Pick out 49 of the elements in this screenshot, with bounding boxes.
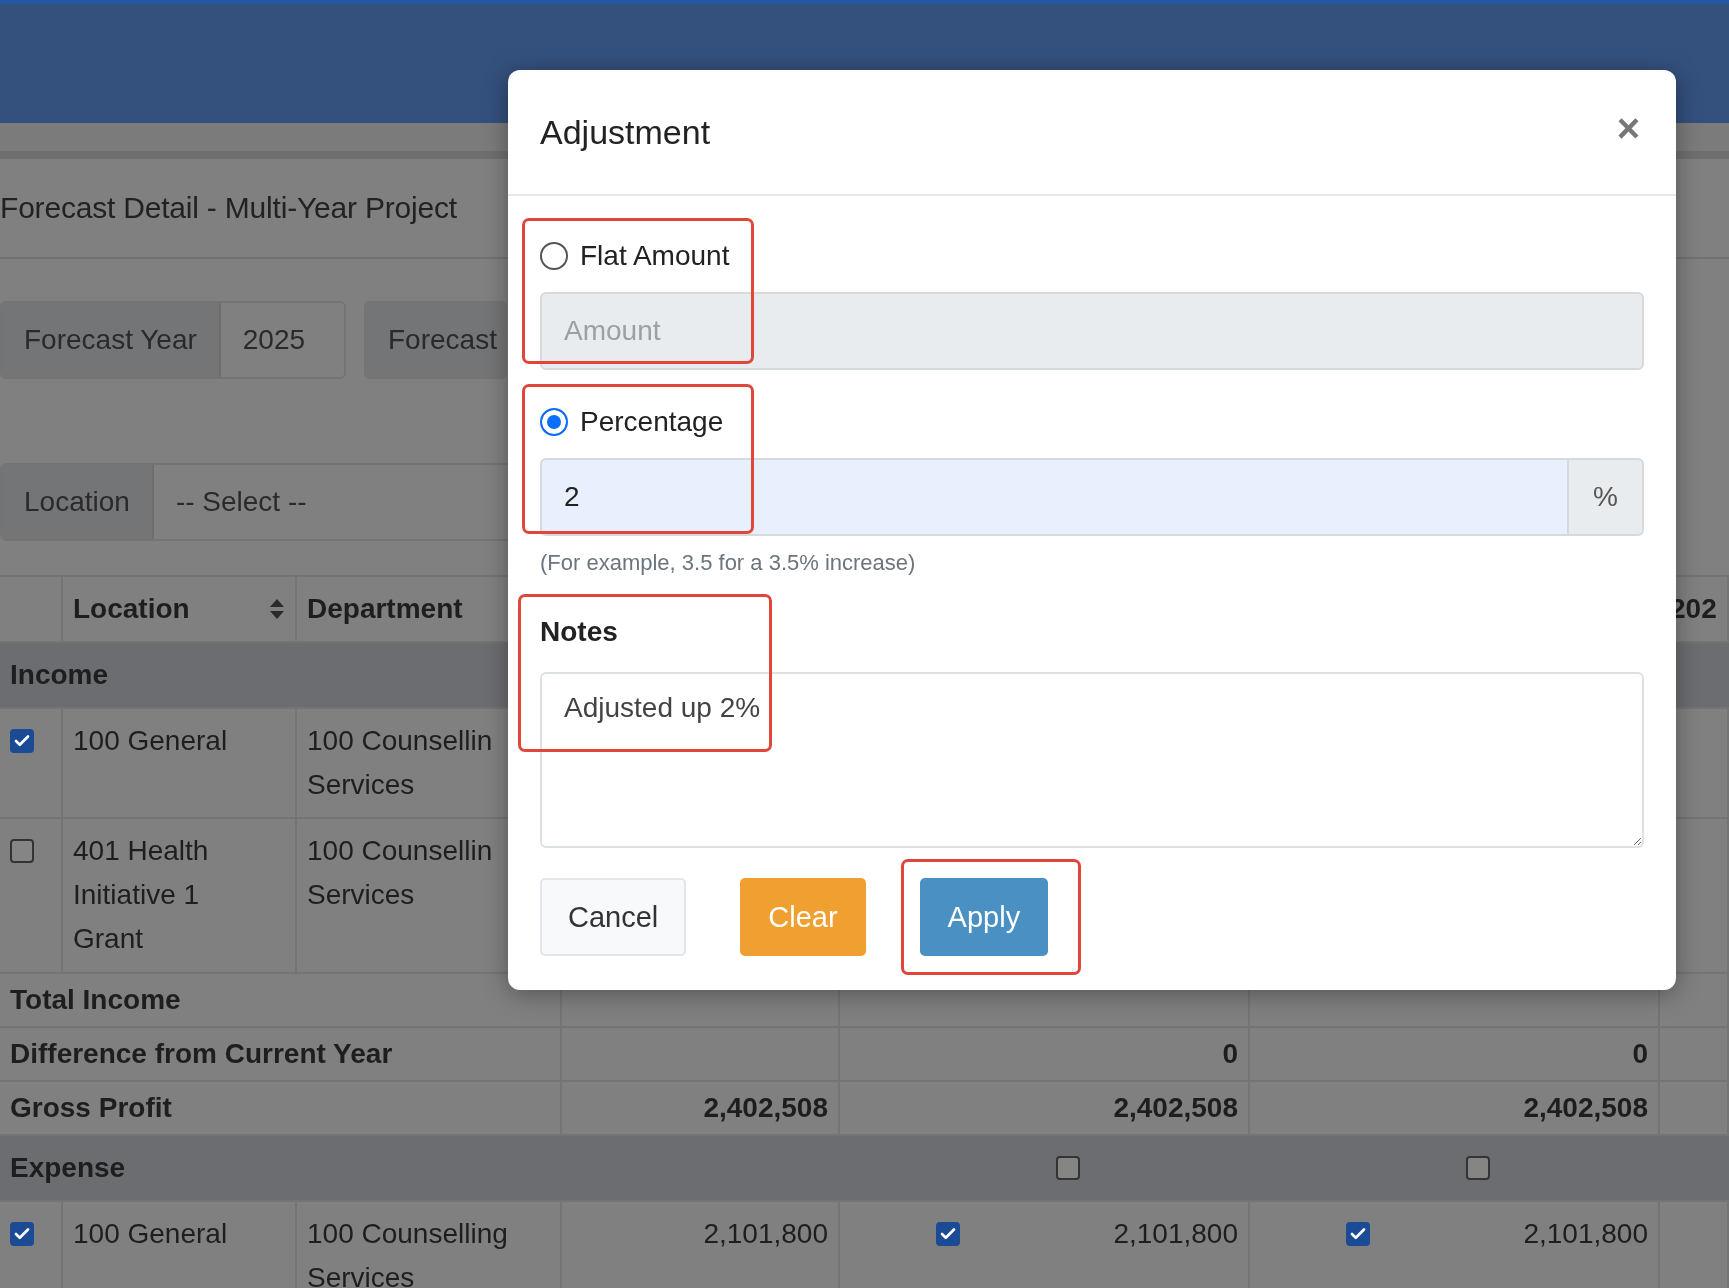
group-label: Expense bbox=[10, 1151, 126, 1185]
percent-addon: % bbox=[1567, 458, 1644, 536]
notes-field[interactable]: Adjusted up 2% bbox=[540, 672, 1644, 848]
checkbox[interactable] bbox=[1056, 1156, 1080, 1180]
checkbox[interactable] bbox=[10, 1222, 34, 1246]
percentage-field[interactable]: 2 bbox=[540, 458, 1567, 536]
table-cell-text: 100 General bbox=[73, 1217, 228, 1251]
checkbox[interactable] bbox=[1346, 1222, 1370, 1246]
dialog-button[interactable]: Cancel bbox=[540, 878, 687, 956]
close-button[interactable]: × bbox=[1610, 108, 1646, 148]
total-label: Difference from Current Year bbox=[10, 1037, 393, 1071]
option-label[interactable]: Percentage bbox=[580, 406, 724, 438]
filter-value: 2025 bbox=[241, 323, 307, 357]
notes-label: Notes bbox=[540, 616, 619, 648]
total-value: 2,402,508 bbox=[1523, 1091, 1648, 1125]
table-cell-text: 100 Counselling Services bbox=[307, 1217, 509, 1288]
table-cell-text: 401 Health Initiative 1 Grant bbox=[73, 834, 210, 956]
table-cell-text: 2,101,800 bbox=[1113, 1217, 1238, 1251]
sort-icon[interactable] bbox=[269, 598, 285, 620]
filter-label: Forecast Year bbox=[2, 303, 221, 377]
table-cell-text: 2,101,800 bbox=[1523, 1217, 1648, 1251]
filter-group[interactable]: Forecast Year 2025 bbox=[0, 301, 346, 379]
filter-label: Location bbox=[2, 465, 154, 539]
checkbox[interactable] bbox=[936, 1222, 960, 1246]
total-label: Gross Profit bbox=[10, 1091, 172, 1125]
radio-button[interactable] bbox=[540, 408, 568, 436]
column-header: Department bbox=[307, 592, 463, 626]
total-value: 2,402,508 bbox=[703, 1091, 828, 1125]
total-value: 0 bbox=[1222, 1037, 1238, 1071]
table-cell-text: 100 Counsellin Services bbox=[307, 724, 494, 802]
page-title: Forecast Detail - Multi-Year Project bbox=[0, 191, 457, 225]
total-label: Total Income bbox=[10, 983, 181, 1017]
group-label: Income bbox=[10, 658, 109, 692]
checkbox[interactable] bbox=[10, 839, 34, 863]
dialog-title: Adjustment bbox=[540, 112, 711, 152]
filter-value: -- Select -- bbox=[174, 485, 308, 519]
dialog-button[interactable]: Apply bbox=[919, 878, 1049, 956]
checkbox[interactable] bbox=[10, 729, 34, 753]
table-cell-text: 100 Counsellin Services bbox=[307, 834, 494, 912]
option-label[interactable]: Flat Amount bbox=[580, 240, 730, 272]
filter-group[interactable]: Forecast bbox=[364, 301, 507, 379]
column-header: Location bbox=[73, 592, 190, 626]
checkbox[interactable] bbox=[1466, 1156, 1490, 1180]
total-value: 2,402,508 bbox=[1113, 1091, 1238, 1125]
radio-button[interactable] bbox=[540, 242, 568, 270]
total-value: 0 bbox=[1632, 1037, 1648, 1071]
table-cell-text: 100 General bbox=[73, 724, 228, 758]
table-cell-text: 2,101,800 bbox=[703, 1217, 828, 1251]
hint-text: (For example, 3.5 for a 3.5% increase) bbox=[540, 550, 917, 576]
